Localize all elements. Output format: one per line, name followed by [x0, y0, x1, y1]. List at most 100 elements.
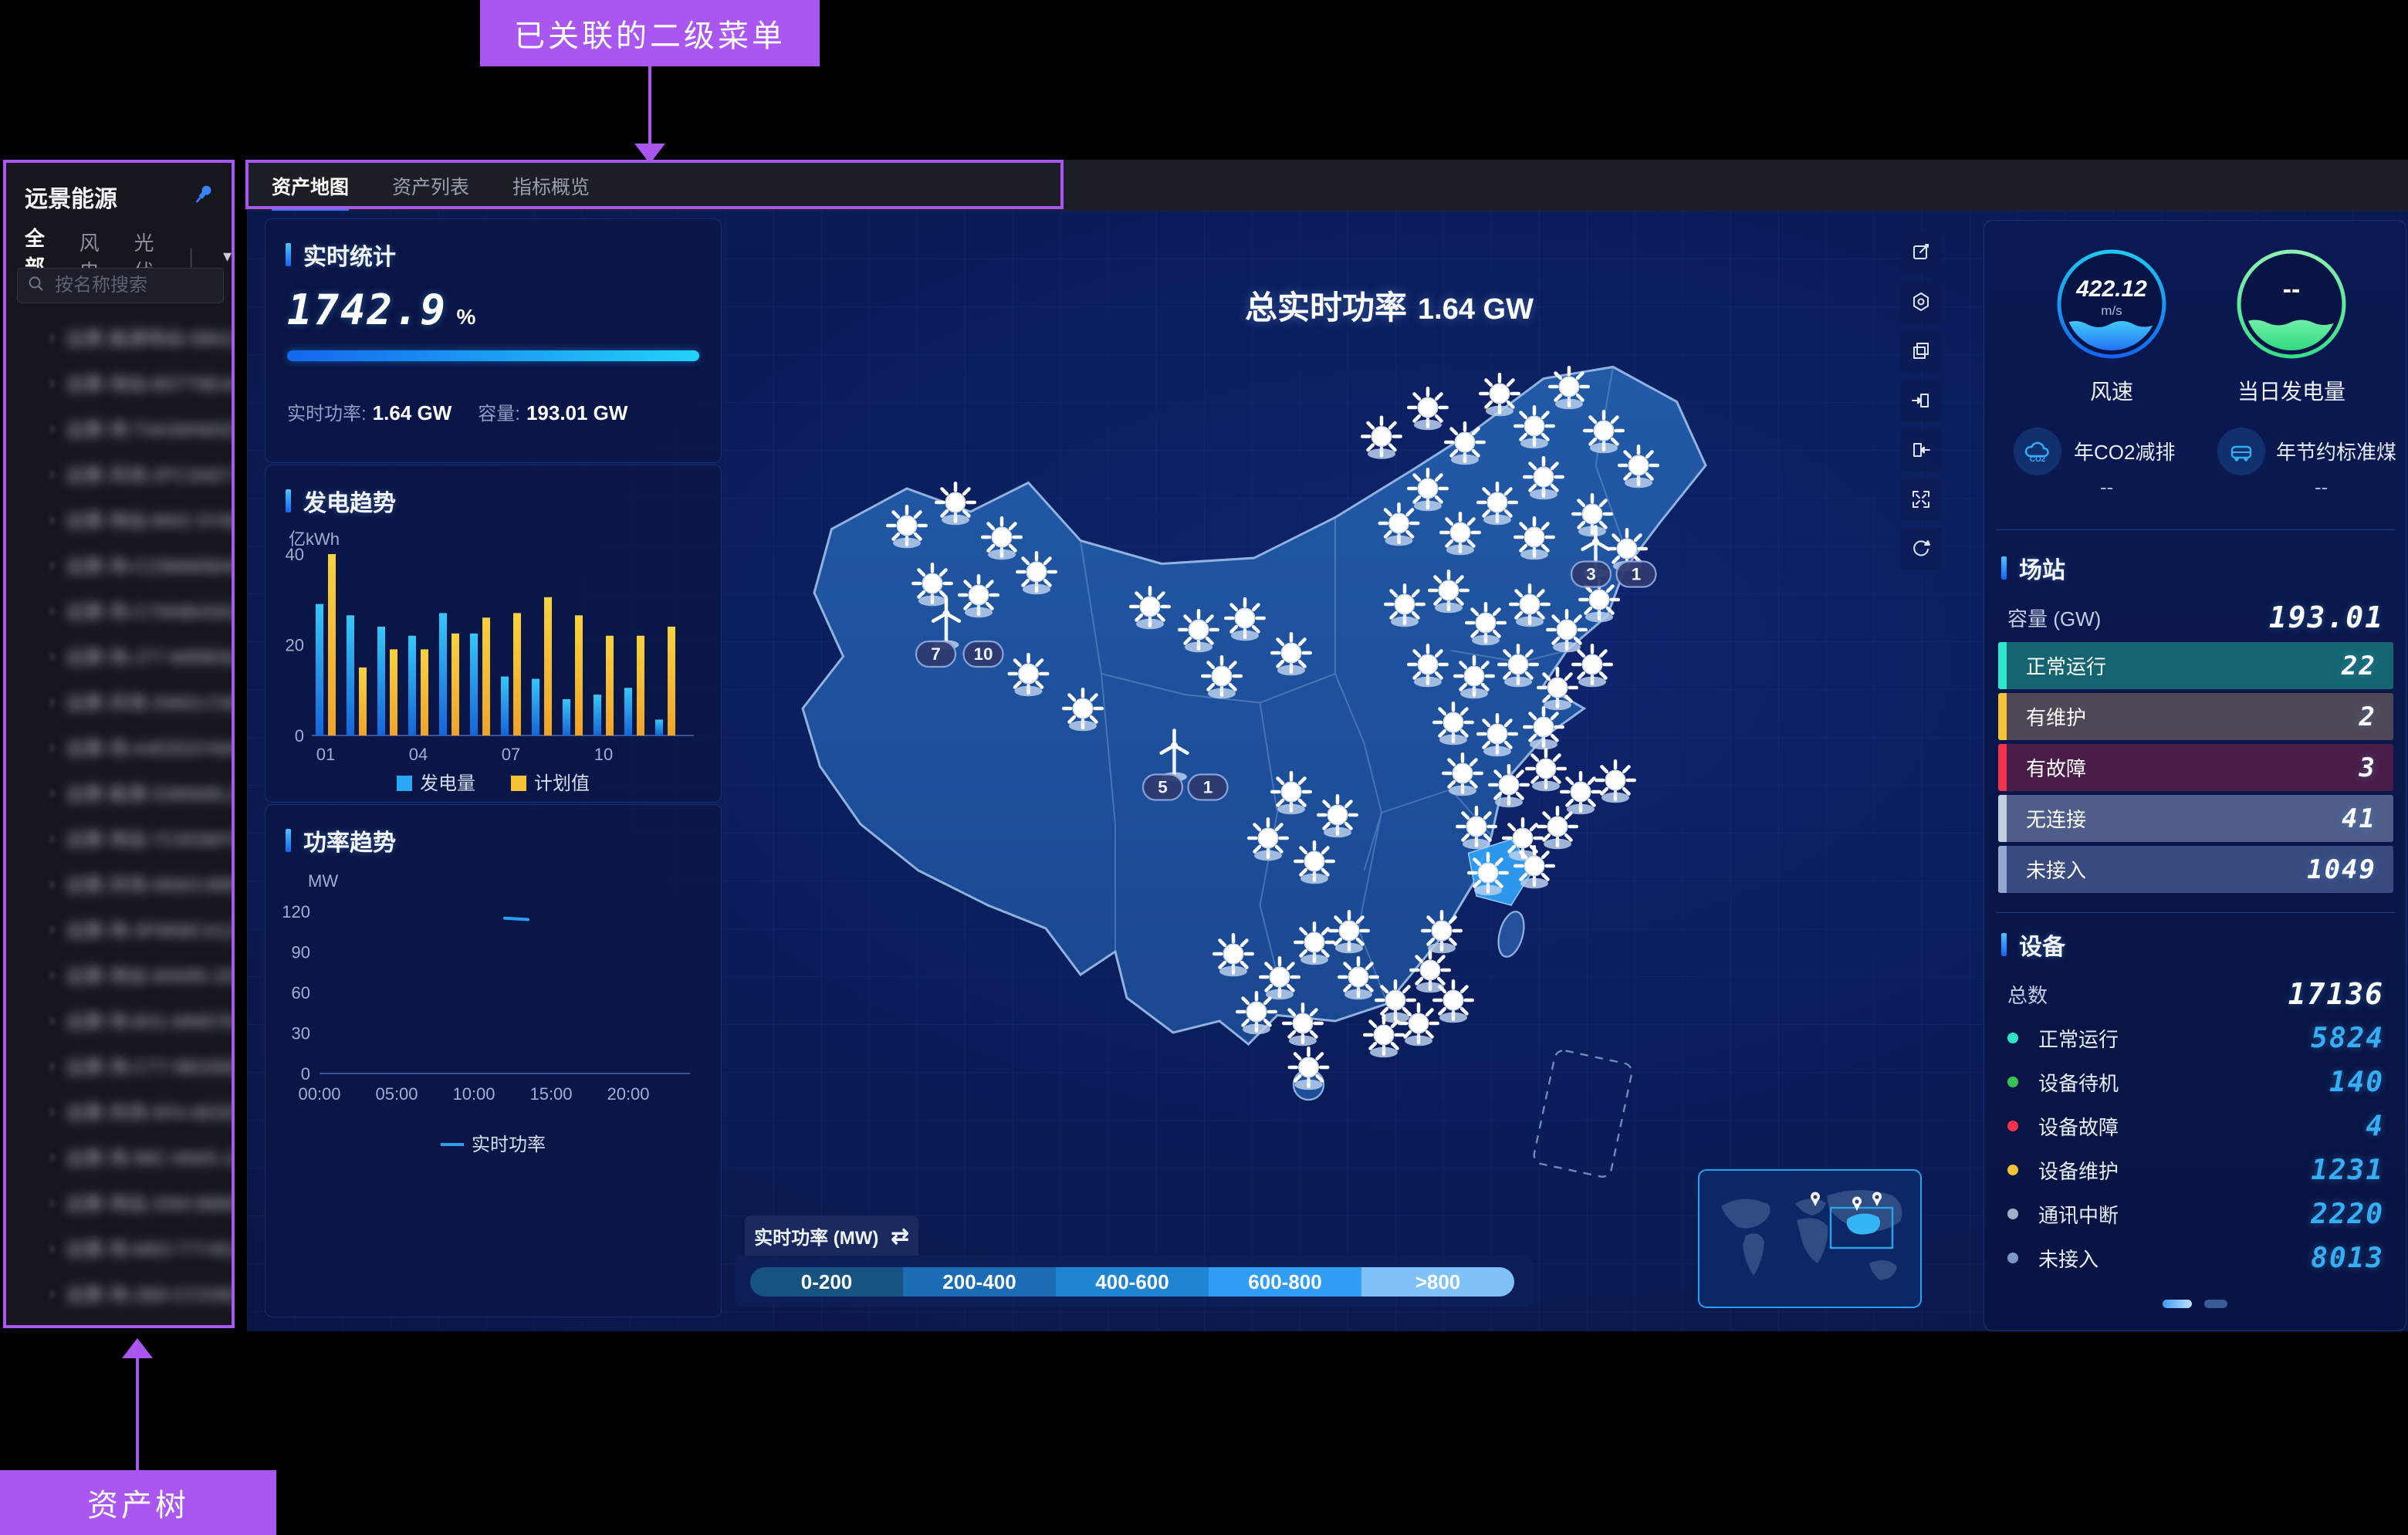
cluster-badge[interactable]: 7 [916, 641, 955, 667]
list-item[interactable]: ›远景-场站-7C003MY65 [6, 815, 232, 860]
wind-farm-marker[interactable] [1385, 585, 1424, 627]
world-minimap[interactable] [1698, 1169, 1922, 1308]
wind-farm-marker[interactable] [1469, 854, 1507, 895]
wind-farm-marker[interactable] [1515, 847, 1554, 888]
list-item[interactable]: ›远景-风场-06W3-B99 [6, 860, 232, 906]
wind-farm-marker[interactable] [1515, 407, 1554, 448]
wind-farm-marker[interactable] [1260, 958, 1299, 999]
wind-farm-marker[interactable] [1409, 469, 1447, 511]
wind-farm-marker[interactable] [1550, 367, 1588, 409]
wind-farm-marker[interactable] [1573, 645, 1612, 687]
edit-icon[interactable] [1900, 232, 1942, 273]
map-legend-tab[interactable]: 实时功率 (MW) ⇄ [745, 1215, 918, 1256]
wind-farm-marker[interactable] [1399, 1004, 1438, 1046]
station-status-row[interactable]: 正常运行22 [1998, 642, 2393, 689]
wind-farm-marker[interactable] [1214, 935, 1253, 976]
list-item[interactable]: ›远景-场-T4A3WW023 [6, 405, 232, 451]
wind-farm-marker[interactable] [1411, 951, 1449, 992]
list-item[interactable]: ›远景-场-2B8-CC0392 [6, 1270, 232, 1316]
wind-farm-marker[interactable] [1619, 446, 1658, 488]
legend-range-segment[interactable]: >800 [1361, 1267, 1514, 1297]
station-status-row[interactable]: 有故障3 [1998, 744, 2393, 791]
legend-range-segment[interactable]: 400-600 [1056, 1267, 1209, 1297]
wind-farm-marker[interactable] [1434, 981, 1473, 1023]
wind-farm-marker[interactable] [1202, 657, 1241, 698]
wind-farm-marker[interactable] [1409, 645, 1447, 687]
wind-farm-marker[interactable] [1443, 754, 1482, 796]
list-item[interactable]: ›远景-场-3FM08CA12 [6, 906, 232, 952]
wind-farm-marker[interactable] [1295, 842, 1334, 884]
wind-farm-marker[interactable] [1429, 571, 1468, 613]
china-map[interactable]: 7105131 [733, 326, 1891, 1206]
list-item[interactable]: ›远景-风场-2FC3A67-98 [6, 451, 232, 496]
refresh-icon[interactable] [1900, 528, 1942, 570]
wind-farm-marker[interactable] [1561, 773, 1600, 814]
list-item[interactable]: ›远景-场-A403S3Y6A9 [6, 724, 232, 769]
fullscreen-icon[interactable] [1900, 478, 1942, 520]
wind-farm-marker[interactable] [1538, 668, 1577, 710]
wind-farm-marker[interactable] [1515, 518, 1554, 560]
wind-farm-marker[interactable] [1365, 1016, 1403, 1057]
search-input[interactable] [53, 274, 211, 297]
cluster-badge[interactable]: 1 [1189, 775, 1228, 800]
list-item[interactable]: ›远景-能源-S3MW6L240 [6, 769, 232, 815]
wind-farm-marker[interactable] [1466, 604, 1505, 645]
list-item[interactable]: ›远景-场-J77-W8963L3 [6, 633, 232, 678]
wind-farm-marker[interactable] [1596, 761, 1635, 803]
list-item[interactable]: ›远景-风场-2W63.CW40 [6, 678, 232, 724]
wind-farm-marker[interactable] [1524, 708, 1563, 749]
wind-farm-marker[interactable] [1064, 689, 1102, 731]
wind-farm-marker[interactable] [1524, 458, 1563, 499]
wind-farm-marker[interactable] [1547, 610, 1586, 652]
wind-farm-marker[interactable] [1010, 654, 1048, 696]
legend-range-segment[interactable]: 200-400 [903, 1267, 1056, 1297]
wind-farm-marker[interactable] [1318, 796, 1357, 837]
cluster-badge[interactable]: 3 [1571, 562, 1611, 587]
pin-icon[interactable] [190, 181, 216, 208]
wind-farm-marker[interactable] [1478, 715, 1517, 756]
wind-farm-marker[interactable] [888, 506, 926, 548]
wind-farm-marker[interactable] [1295, 923, 1334, 965]
station-status-row[interactable]: 无连接41 [1998, 795, 2393, 842]
list-item[interactable]: ›远景-场-B31-MM078 [6, 997, 232, 1043]
wind-farm-marker[interactable] [1480, 374, 1519, 416]
wind-farm-marker[interactable] [1226, 599, 1264, 641]
list-item[interactable]: ›远景-场-M63-77Y451 [6, 1225, 232, 1270]
list-item[interactable]: ›远景-场-98C-MW5-12 [6, 1134, 232, 1179]
wind-farm-marker[interactable] [1380, 504, 1419, 546]
page-dot-active[interactable] [2163, 1300, 2192, 1308]
wind-farm-marker[interactable] [1490, 766, 1528, 807]
search-box[interactable] [17, 268, 224, 303]
locate-icon[interactable] [1900, 281, 1942, 323]
list-item[interactable]: ›远景-场站-B07T9E443S [6, 360, 232, 405]
wind-farm-marker[interactable] [982, 518, 1021, 560]
tab-kpi-overview[interactable]: 指标概览 [512, 172, 590, 211]
wind-farm-marker[interactable] [1499, 645, 1537, 687]
cluster-badge[interactable]: 10 [964, 641, 1003, 667]
wind-farm-marker[interactable] [1376, 981, 1415, 1023]
wind-farm-marker[interactable] [1422, 911, 1461, 953]
wind-farm-marker[interactable] [1017, 553, 1056, 594]
collapse-left-icon[interactable] [1900, 429, 1942, 471]
wind-farm-marker[interactable] [1584, 411, 1623, 453]
collapse-right-icon[interactable] [1900, 380, 1942, 421]
wind-farm-marker[interactable] [1573, 495, 1612, 536]
list-item[interactable]: ›远景-场站-33W-BB60 [6, 1179, 232, 1225]
wind-farm-marker[interactable] [1441, 513, 1480, 555]
wind-farm-marker[interactable] [1446, 423, 1484, 465]
wind-farm-marker[interactable] [1290, 1048, 1328, 1090]
wind-farm-marker[interactable] [1249, 819, 1287, 860]
layers-icon[interactable] [1900, 330, 1942, 372]
list-item[interactable]: ›远景-场站-8W2-3Y0635 [6, 496, 232, 542]
station-status-row[interactable]: 未接入1049 [1998, 846, 2393, 893]
page-dot[interactable] [2204, 1300, 2227, 1308]
cluster-badge[interactable]: 5 [1143, 775, 1182, 800]
cluster-badge[interactable]: 1 [1617, 562, 1656, 587]
wind-farm-marker[interactable] [1272, 773, 1311, 814]
wind-farm-marker[interactable] [1131, 587, 1169, 629]
tab-asset-list[interactable]: 资产列表 [392, 172, 469, 211]
wind-farm-marker[interactable] [1457, 807, 1496, 849]
wind-farm-marker[interactable] [1455, 657, 1493, 698]
wind-farm-marker[interactable] [1434, 703, 1473, 745]
wind-farm-marker[interactable] [1283, 1004, 1322, 1046]
